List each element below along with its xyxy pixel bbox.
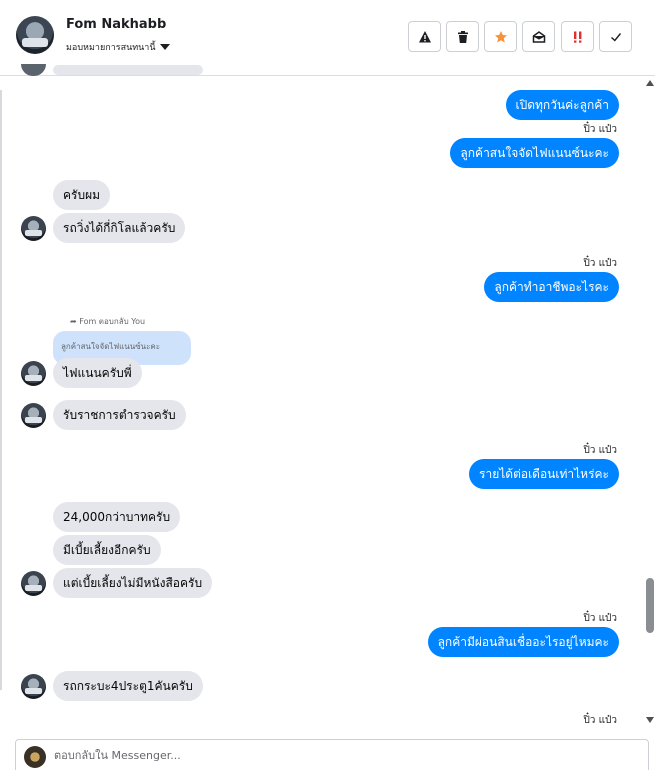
- avatar: [21, 571, 46, 596]
- mark-unread-icon: [532, 30, 545, 43]
- trash-icon: [457, 30, 468, 43]
- avatar: [21, 674, 46, 699]
- message-bubble-incoming[interactable]: รถวิ่งได้กี่กิโลแล้วครับ: [53, 213, 186, 243]
- assign-label: มอบหมายการสนทนานี้: [66, 43, 156, 53]
- message-bubble-outgoing[interactable]: ลูกค้าทำอาชีพอะไรคะ: [484, 272, 619, 302]
- reply-indicator: ➦ Fom ตอบกลับ You: [70, 317, 146, 326]
- warning-icon: [418, 30, 431, 42]
- message-bubble-incoming[interactable]: มีเบี้ยเลี้ยงอีกครับ: [53, 535, 161, 565]
- reply-arrow-icon: ➦: [70, 317, 77, 326]
- message-bubble-incoming[interactable]: รถกระบะ4ประตู1คันครับ: [53, 671, 203, 701]
- delete-button[interactable]: [446, 21, 479, 52]
- avatar: [21, 216, 46, 241]
- follow-up-button[interactable]: [561, 21, 594, 52]
- spam-button[interactable]: [408, 21, 441, 52]
- seen-by-label: ปิ๋ว แป๋ว: [583, 613, 617, 624]
- chevron-down-icon: [159, 44, 170, 50]
- message-bubble-outgoing[interactable]: ลูกค้าสนใจจัดไฟแนนซ์นะคะ: [450, 138, 619, 168]
- seen-by-label: ปิ๋ว แป๋ว: [583, 124, 617, 135]
- avatar: [21, 403, 46, 428]
- message-bubble-incoming: [53, 65, 203, 75]
- reply-composer[interactable]: [15, 739, 649, 770]
- assign-conversation-dropdown[interactable]: มอบหมายการสนทนานี้: [66, 40, 170, 54]
- seen-by-label: ปิ๋ว แป๋ว: [583, 445, 617, 456]
- contact-avatar[interactable]: [16, 16, 54, 54]
- seen-by-label: ปิ๋ว แป๋ว: [583, 715, 617, 726]
- scroll-down-arrow-icon[interactable]: [646, 717, 654, 723]
- left-edge-divider: [0, 90, 2, 690]
- message-bubble-outgoing[interactable]: เปิดทุกวันค่ะลูกค้า: [505, 90, 619, 120]
- mark-unread-button[interactable]: [522, 21, 555, 52]
- follow-up-icon: [573, 31, 581, 43]
- done-button[interactable]: [599, 21, 632, 52]
- avatar: [21, 361, 46, 386]
- seen-by-label: ปิ๋ว แป๋ว: [583, 258, 617, 269]
- scroll-up-arrow-icon[interactable]: [646, 80, 654, 86]
- star-button[interactable]: [484, 21, 517, 52]
- check-icon: [610, 32, 621, 42]
- message-bubble-incoming[interactable]: ไฟแนนครับพี่: [53, 358, 142, 388]
- message-bubble-incoming[interactable]: แต่เบี้ยเลี้ยงไม่มีหนังสือครับ: [53, 568, 213, 598]
- message-bubble-incoming[interactable]: 24,000กว่าบาทครับ: [53, 502, 181, 532]
- scrollbar-thumb[interactable]: [646, 578, 654, 633]
- reply-input[interactable]: [54, 749, 614, 762]
- message-bubble-incoming[interactable]: รับราชการตำรวจครับ: [53, 400, 186, 430]
- page-avatar: [24, 746, 46, 768]
- message-bubble-outgoing[interactable]: ลูกค้ามีผ่อนสินเชื่ออะไรอยู่ไหมคะ: [427, 627, 619, 657]
- message-bubble-outgoing[interactable]: รายได้ต่อเดือนเท่าไหร่คะ: [469, 459, 619, 489]
- message-bubble-incoming[interactable]: ครับผม: [53, 180, 111, 210]
- star-icon: [494, 30, 507, 42]
- contact-name[interactable]: Fom Nakhabb: [66, 17, 166, 32]
